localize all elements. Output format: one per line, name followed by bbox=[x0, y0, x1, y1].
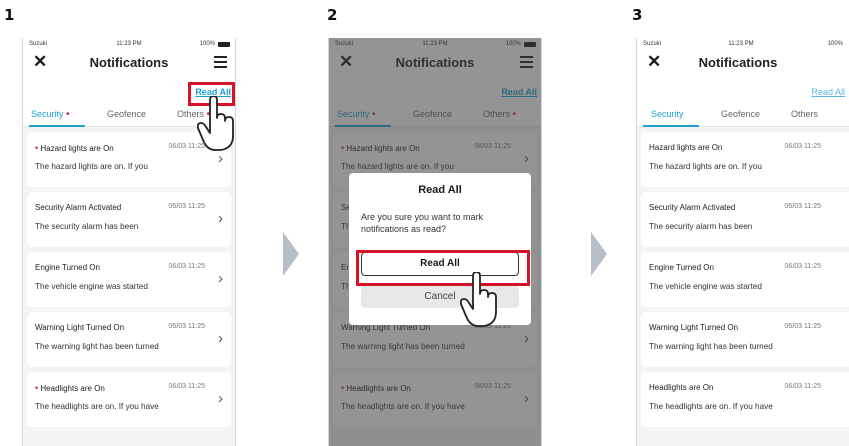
list-item[interactable]: Warning Light Turned On 06/03 11:25 The … bbox=[27, 312, 231, 367]
chevron-right-icon: › bbox=[218, 270, 223, 287]
notification-list: • Hazard lights are On 06/03 11:25 The h… bbox=[23, 127, 235, 446]
next-step-arrow-icon bbox=[591, 232, 607, 276]
tab-bar: Security Geofence Others bbox=[637, 102, 849, 127]
chevron-right-icon: › bbox=[218, 150, 223, 167]
hand-pointer-icon bbox=[197, 96, 234, 151]
battery-text: 100% bbox=[199, 41, 215, 47]
read-all-dialog: Read All Are you sure you want to mark n… bbox=[349, 173, 531, 325]
chevron-right-icon: › bbox=[218, 390, 223, 407]
read-all-link[interactable]: Read All bbox=[811, 87, 845, 97]
hand-pointer-icon bbox=[460, 272, 497, 327]
list-item[interactable]: Warning Light Turned On 06/03 11:25 The … bbox=[641, 312, 849, 367]
status-bar: Suzuki 11:23 PM 100% bbox=[23, 38, 235, 50]
dialog-message: Are you sure you want to mark notificati… bbox=[361, 212, 484, 234]
list-item[interactable]: Headlights are On 06/03 11:25 The headli… bbox=[641, 372, 849, 427]
battery-icon bbox=[218, 42, 230, 47]
step-number-3: 3 bbox=[632, 6, 643, 24]
chevron-right-icon: › bbox=[218, 330, 223, 347]
list-item[interactable]: • Headlights are On 06/03 11:25 The head… bbox=[27, 372, 231, 427]
status-bar: Suzuki 11:23 PM 100% bbox=[643, 41, 843, 47]
tab-geofence[interactable]: Geofence bbox=[721, 109, 760, 119]
tab-security[interactable]: Security • bbox=[31, 109, 70, 120]
notification-list: Hazard lights are On 06/03 11:25 The haz… bbox=[637, 127, 849, 446]
next-step-arrow-icon bbox=[283, 232, 299, 276]
chevron-right-icon: › bbox=[218, 210, 223, 227]
phone-screen-step-3: Suzuki 11:23 PM 100% ✕ Notifications Rea… bbox=[636, 38, 849, 446]
highlight-box bbox=[356, 250, 530, 286]
tab-others[interactable]: Others bbox=[791, 109, 818, 119]
step-number-1: 1 bbox=[4, 6, 15, 24]
filter-icon[interactable] bbox=[214, 56, 227, 71]
tab-geofence[interactable]: Geofence bbox=[107, 109, 146, 119]
dialog-title: Read All bbox=[418, 184, 462, 196]
phone-screen-step-2: Suzuki 11:23 PM 100% ✕ Notifications Rea… bbox=[328, 38, 542, 446]
tab-security[interactable]: Security bbox=[651, 109, 684, 119]
page-title: Notifications bbox=[698, 55, 778, 70]
list-item[interactable]: Engine Turned On 06/03 11:25 The vehicle… bbox=[641, 252, 849, 307]
page-title: Notifications bbox=[89, 55, 169, 70]
app-header: ✕ Notifications bbox=[637, 50, 849, 76]
phone-screen-step-1: Suzuki 11:23 PM 100% ✕ Notifications Rea… bbox=[22, 38, 236, 446]
app-header: ✕ Notifications bbox=[23, 50, 235, 76]
list-item[interactable]: Security Alarm Activated 06/03 11:25 The… bbox=[641, 192, 849, 247]
list-item[interactable]: Hazard lights are On 06/03 11:25 The haz… bbox=[641, 132, 849, 187]
list-item[interactable]: Security Alarm Activated 06/03 11:25 The… bbox=[27, 192, 231, 247]
step-number-2: 2 bbox=[327, 6, 338, 24]
list-item[interactable]: Engine Turned On 06/03 11:25 The vehicle… bbox=[27, 252, 231, 307]
